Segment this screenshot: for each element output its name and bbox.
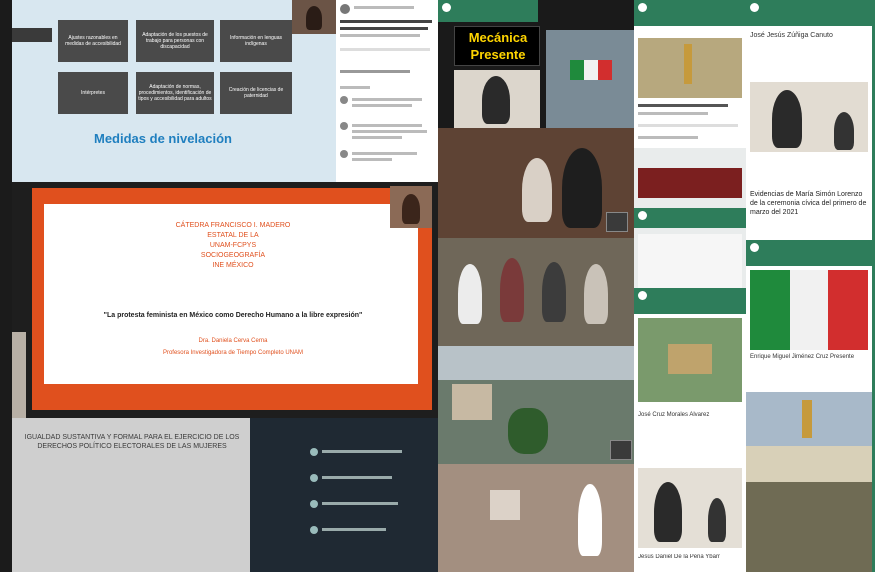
slide-role: Profesora Investigadora de Tiempo Comple… [162, 350, 304, 356]
slide-heading-line-5: INE MÉXICO [212, 262, 254, 269]
plaza-sky [438, 346, 634, 380]
wall-frame [490, 490, 520, 520]
mobile-tile-4: José Cruz Morales Alvarez Jesús Daniel D… [634, 408, 746, 572]
slide-heading-line-1: CÁTEDRA FRANCISCO I. MADERO [175, 222, 291, 229]
social-post-tile [336, 0, 438, 182]
right-tile-1: José Jesús Zúñiga Canuto Evidencias de M… [746, 0, 872, 240]
right-tile-3 [746, 392, 872, 572]
slide-left-bar [12, 28, 52, 42]
mobile-tile-2-video [638, 168, 742, 198]
mexico-caption: Enrique Miguel Jiménez Cruz Presente [750, 354, 855, 360]
signer-video [454, 70, 540, 128]
evidence-caption: Evidencias de María Simón Lorenzo de la … [750, 191, 867, 217]
mecanica-title-card: Mecánica Presente [454, 26, 540, 66]
right-tile-2: Enrique Miguel Jiménez Cruz Presente [746, 240, 872, 392]
left-edge-photo [12, 332, 26, 418]
comment-1 [340, 96, 434, 112]
mecanica-video-tile: Mecánica Presente [438, 0, 634, 128]
participant-row-3 [310, 500, 430, 512]
plaza-trees [508, 408, 548, 454]
mobile-tile-2-content [638, 234, 742, 288]
video-call-tile [250, 418, 438, 572]
dancer [578, 484, 602, 556]
person-name: José Jesús Zúñiga Canuto [750, 32, 833, 39]
slide-title: Medidas de nivelación [94, 131, 232, 146]
sign-interpreter-inset-2 [610, 440, 632, 460]
slide-box-4: Intérpretes [58, 72, 128, 114]
post-avatar [340, 4, 350, 14]
right-tile-2-header [746, 240, 872, 266]
comment-3 [340, 150, 434, 166]
person-left [522, 158, 552, 222]
right-tile-1-header [746, 0, 872, 26]
slide-igualdad-tile: IGUALDAD SUSTANTIVA Y FORMAL PARA EL EJE… [12, 418, 250, 572]
signer-video-2 [638, 468, 742, 548]
mobile-tile-3 [634, 288, 746, 408]
speaker-video-thumbnail [390, 186, 432, 228]
slide-box-1: Ajustes razonables en medidas de accesib… [58, 20, 128, 62]
bottom-name: Jesús Daniel De la Peña Ybarr [638, 554, 720, 560]
sign-interpreter-inset [606, 212, 628, 232]
mexican-flag-video [546, 30, 634, 128]
mexican-flag-photo [750, 270, 868, 350]
mobile-tile-3-header [634, 288, 746, 314]
slide-medidas-tile: Ajustes razonables en medidas de accesib… [12, 0, 336, 182]
slide-quote: "La protesta feminista en México como De… [103, 312, 363, 319]
mobile-tile-3-photo [638, 318, 742, 402]
slide-box-6: Creación de licencias de paternidad [220, 72, 292, 114]
slide-heading-line-4: SOCIOGEOGRAFÍA [200, 252, 266, 259]
mecanica-header [438, 0, 538, 22]
participant-row-4 [310, 526, 430, 538]
hands-photo [746, 446, 872, 482]
person-right [562, 148, 602, 228]
slide-heading-line-2: ESTATAL DE LA [207, 232, 259, 239]
mobile-tile-1-header [634, 0, 746, 26]
plaza-video-tile [438, 346, 634, 464]
bottom-caption: José Cruz Morales Alvarez [638, 412, 710, 418]
signer-video-3 [750, 82, 868, 152]
slide-box-3: Información en lenguas indígenas [220, 20, 292, 62]
slide-box-2: Adaptación de los puestos de trabajo par… [136, 20, 214, 62]
slide-white-body [44, 204, 418, 384]
mobile-tile-1 [634, 0, 746, 148]
dance-video-tile [438, 238, 634, 346]
mobile-tile-2-header [634, 208, 746, 228]
aerial-photo [746, 482, 872, 572]
slide-igualdad-text: IGUALDAD SUSTANTIVA Y FORMAL PARA EL EJE… [24, 434, 240, 450]
slide-thumbnail-speaker [292, 0, 336, 34]
participant-row-2 [310, 474, 430, 486]
mobile-tile-1-photo [638, 38, 742, 98]
participant-row-1 [310, 448, 430, 460]
plaza-building [452, 384, 492, 420]
slide-speaker: Dra. Daniela Cerva Cerna [198, 338, 268, 344]
slide-heading-line-3: UNAM-FCPYS [209, 242, 257, 249]
restaurant-video-tile [438, 128, 634, 238]
statue-photo [746, 392, 872, 446]
mobile-tile-2 [634, 148, 746, 288]
mecanica-line-2: Presente [470, 47, 526, 62]
dance-solo-video-tile [438, 464, 634, 572]
mecanica-line-1: Mecánica [468, 30, 528, 45]
slide-catedra-tile: CÁTEDRA FRANCISCO I. MADERO ESTATAL DE L… [12, 182, 438, 418]
slide-box-5: Adaptación de normas, procedimientos, id… [136, 72, 214, 114]
comment-2 [340, 122, 434, 142]
